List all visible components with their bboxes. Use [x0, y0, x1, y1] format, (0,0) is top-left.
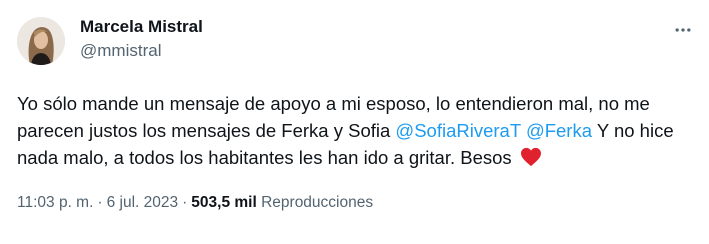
views-label: Reproducciones	[261, 194, 374, 211]
tweet-time[interactable]: 11:03 p. m.	[17, 194, 93, 211]
tweet-author: Marcela Mistral @mmistral	[80, 16, 203, 62]
views-count: 503,5 mil	[191, 194, 257, 211]
mention-link[interactable]: @Ferka	[526, 120, 592, 141]
more-horizontal-icon	[675, 28, 691, 32]
tweet-date[interactable]: 6 jul. 2023	[107, 194, 179, 211]
meta-separator: ·	[182, 194, 188, 211]
meta-separator: ·	[97, 194, 103, 211]
tweet-text: Yo sólo mande un mensaje de apoyo a mi e…	[17, 90, 697, 174]
mention-link[interactable]: @SofiaRiveraT	[395, 120, 520, 141]
tweet-meta: 11:03 p. m. · 6 jul. 2023 · 503,5 mil Reprod…	[17, 192, 373, 214]
avatar-image	[17, 17, 65, 65]
author-handle[interactable]: @mmistral	[80, 40, 203, 62]
more-options-button[interactable]	[671, 18, 695, 42]
author-display-name[interactable]: Marcela Mistral	[80, 16, 203, 38]
avatar[interactable]	[17, 17, 65, 65]
tweet-card[interactable]: Marcela Mistral @mmistral Yo sólo mande …	[0, 0, 709, 244]
heart-icon	[520, 147, 542, 174]
